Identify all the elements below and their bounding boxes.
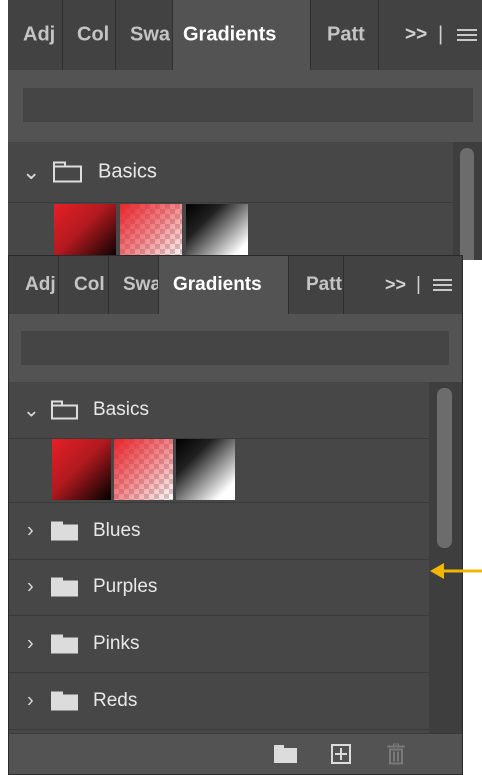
tab-label: Patt [327, 23, 365, 46]
tab-separator: | [438, 0, 446, 70]
gradient-swatch-red-transparent[interactable] [120, 204, 182, 260]
tab-label: Col [74, 274, 105, 295]
gradient-swatch-red-black[interactable] [54, 204, 116, 260]
tab-patterns[interactable]: Patt [289, 256, 344, 314]
tab-adjustments[interactable]: Adj [8, 0, 63, 70]
search-input[interactable] [21, 331, 449, 365]
tab-label: Swa [130, 23, 170, 46]
search-area [9, 314, 462, 382]
overflow-label: >> [405, 24, 428, 45]
group-row-basics[interactable]: ⌄ Basics [9, 382, 429, 439]
search-area [8, 70, 482, 142]
tab-adjustments[interactable]: Adj [9, 256, 59, 314]
panel-menu-icon[interactable] [457, 26, 477, 44]
gradient-swatch-red-black[interactable] [52, 439, 111, 500]
chevron-right-icon[interactable]: › [27, 576, 34, 599]
folder-icon [51, 400, 78, 420]
tab-separator: | [416, 256, 424, 314]
preset-list: ⌄ Basics › Blues › Purples › Pinks › Red… [9, 382, 429, 735]
tab-color[interactable]: Col [63, 0, 116, 70]
chevron-right-icon[interactable]: › [27, 690, 34, 713]
group-label: Reds [93, 690, 138, 711]
add-icon[interactable] [331, 744, 351, 764]
group-row-reds[interactable]: › Reds [9, 673, 429, 730]
gradient-swatch-black-white[interactable] [186, 204, 248, 260]
group-row-purples[interactable]: › Purples [9, 559, 429, 616]
scrollbar[interactable] [429, 382, 462, 735]
preset-list: ⌄ Basics [8, 142, 453, 260]
tab-gradients[interactable]: Gradients [159, 256, 289, 314]
folder-icon [51, 634, 78, 654]
tab-label: Col [77, 23, 110, 46]
trash-icon[interactable] [387, 743, 405, 765]
separator-label: | [438, 23, 444, 46]
tab-label: Gradients [173, 274, 262, 295]
tab-label: Adj [23, 23, 56, 46]
tab-bar: Adj Col Swa Gradients Patt >> | [9, 256, 462, 315]
group-row-basics[interactable]: ⌄ Basics [8, 142, 453, 203]
search-input[interactable] [23, 88, 473, 122]
chevron-right-icon[interactable]: › [27, 633, 34, 656]
tab-label: Adj [25, 274, 56, 295]
folder-icon [53, 161, 82, 183]
scrollbar[interactable] [453, 142, 482, 260]
gradient-swatch-red-transparent[interactable] [114, 439, 173, 500]
tab-label: Swa [123, 274, 159, 295]
overflow-tabs-button[interactable]: >> [403, 0, 433, 70]
group-label: Purples [93, 576, 158, 597]
folder-icon [51, 691, 78, 711]
chevron-down-icon[interactable]: ⌄ [22, 159, 40, 185]
group-label: Basics [98, 160, 157, 183]
group-row-pinks[interactable]: › Pinks [9, 616, 429, 673]
overflow-tabs-button[interactable]: >> [383, 256, 413, 314]
tab-label: Gradients [183, 23, 277, 46]
tab-color[interactable]: Col [59, 256, 109, 314]
folder-icon [51, 521, 78, 541]
panel-menu-icon[interactable] [433, 276, 452, 294]
panel-footer [9, 733, 462, 774]
new-folder-icon[interactable] [274, 745, 297, 763]
folder-icon [51, 577, 78, 597]
tab-label: Patt [306, 274, 342, 295]
separator-label: | [416, 274, 421, 295]
tab-patterns[interactable]: Patt [311, 0, 379, 70]
chevron-down-icon[interactable]: ⌄ [23, 398, 40, 423]
overflow-label: >> [385, 274, 407, 295]
tab-swatches[interactable]: Swa [116, 0, 173, 70]
group-label: Pinks [93, 633, 140, 654]
swatch-row [54, 204, 254, 260]
annotation-arrow-icon [430, 563, 482, 579]
swatch-row [52, 439, 242, 500]
group-label: Basics [93, 399, 149, 420]
scrollbar-thumb[interactable] [437, 388, 452, 548]
group-label: Blues [93, 520, 141, 541]
chevron-right-icon[interactable]: › [27, 520, 34, 543]
tab-gradients[interactable]: Gradients [173, 0, 311, 70]
group-row-blues[interactable]: › Blues [9, 502, 429, 560]
gradient-swatch-black-white[interactable] [176, 439, 235, 500]
gradients-panel-back: Adj Col Swa Gradients Patt >> | ⌄ Basics [8, 0, 482, 260]
tab-bar: Adj Col Swa Gradients Patt >> | [8, 0, 482, 71]
tab-swatches[interactable]: Swa [109, 256, 159, 314]
scrollbar-thumb[interactable] [460, 148, 474, 260]
gradients-panel-front: Adj Col Swa Gradients Patt >> | ⌄ Basics… [8, 255, 463, 775]
